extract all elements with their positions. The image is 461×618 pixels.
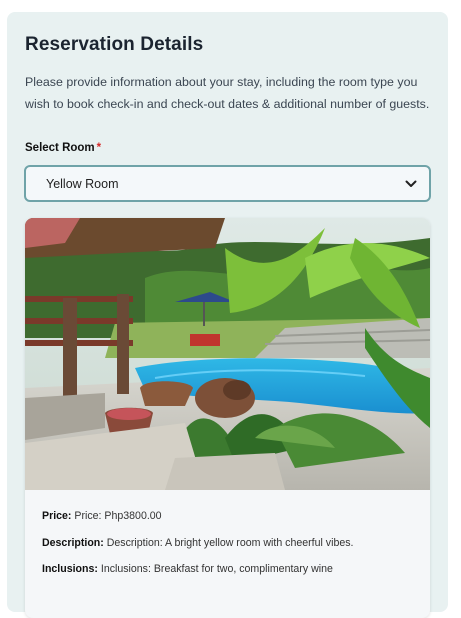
select-room-label-text: Select Room [25,142,95,154]
description-label: Description: [42,537,104,549]
room-inclusions: Inclusions: Inclusions: Breakfast for tw… [42,563,333,575]
price-value: Price: Php3800.00 [74,510,162,522]
room-details-card: Price: Price: Php3800.00 Description: De… [25,218,430,618]
inclusions-value: Inclusions: Breakfast for two, complimen… [100,563,333,575]
reservation-card: Reservation Details Please provide infor… [7,12,448,618]
required-marker: * [96,142,102,154]
description-value: Description: A bright yellow room with c… [106,537,354,549]
room-photo [25,218,430,490]
room-description: Description: Description: A bright yello… [42,537,353,549]
room-select-value: Yellow Room [46,177,119,191]
inclusions-label: Inclusions: [42,563,98,575]
intro-text: Please provide information about your st… [25,75,430,111]
select-room-label: Select Room * [25,142,101,154]
chevron-down-icon [405,180,417,187]
price-label: Price: [42,510,72,522]
room-select[interactable]: Yellow Room [24,165,431,202]
room-price: Price: Price: Php3800.00 [42,510,162,522]
section-title: Reservation Details [25,34,204,55]
